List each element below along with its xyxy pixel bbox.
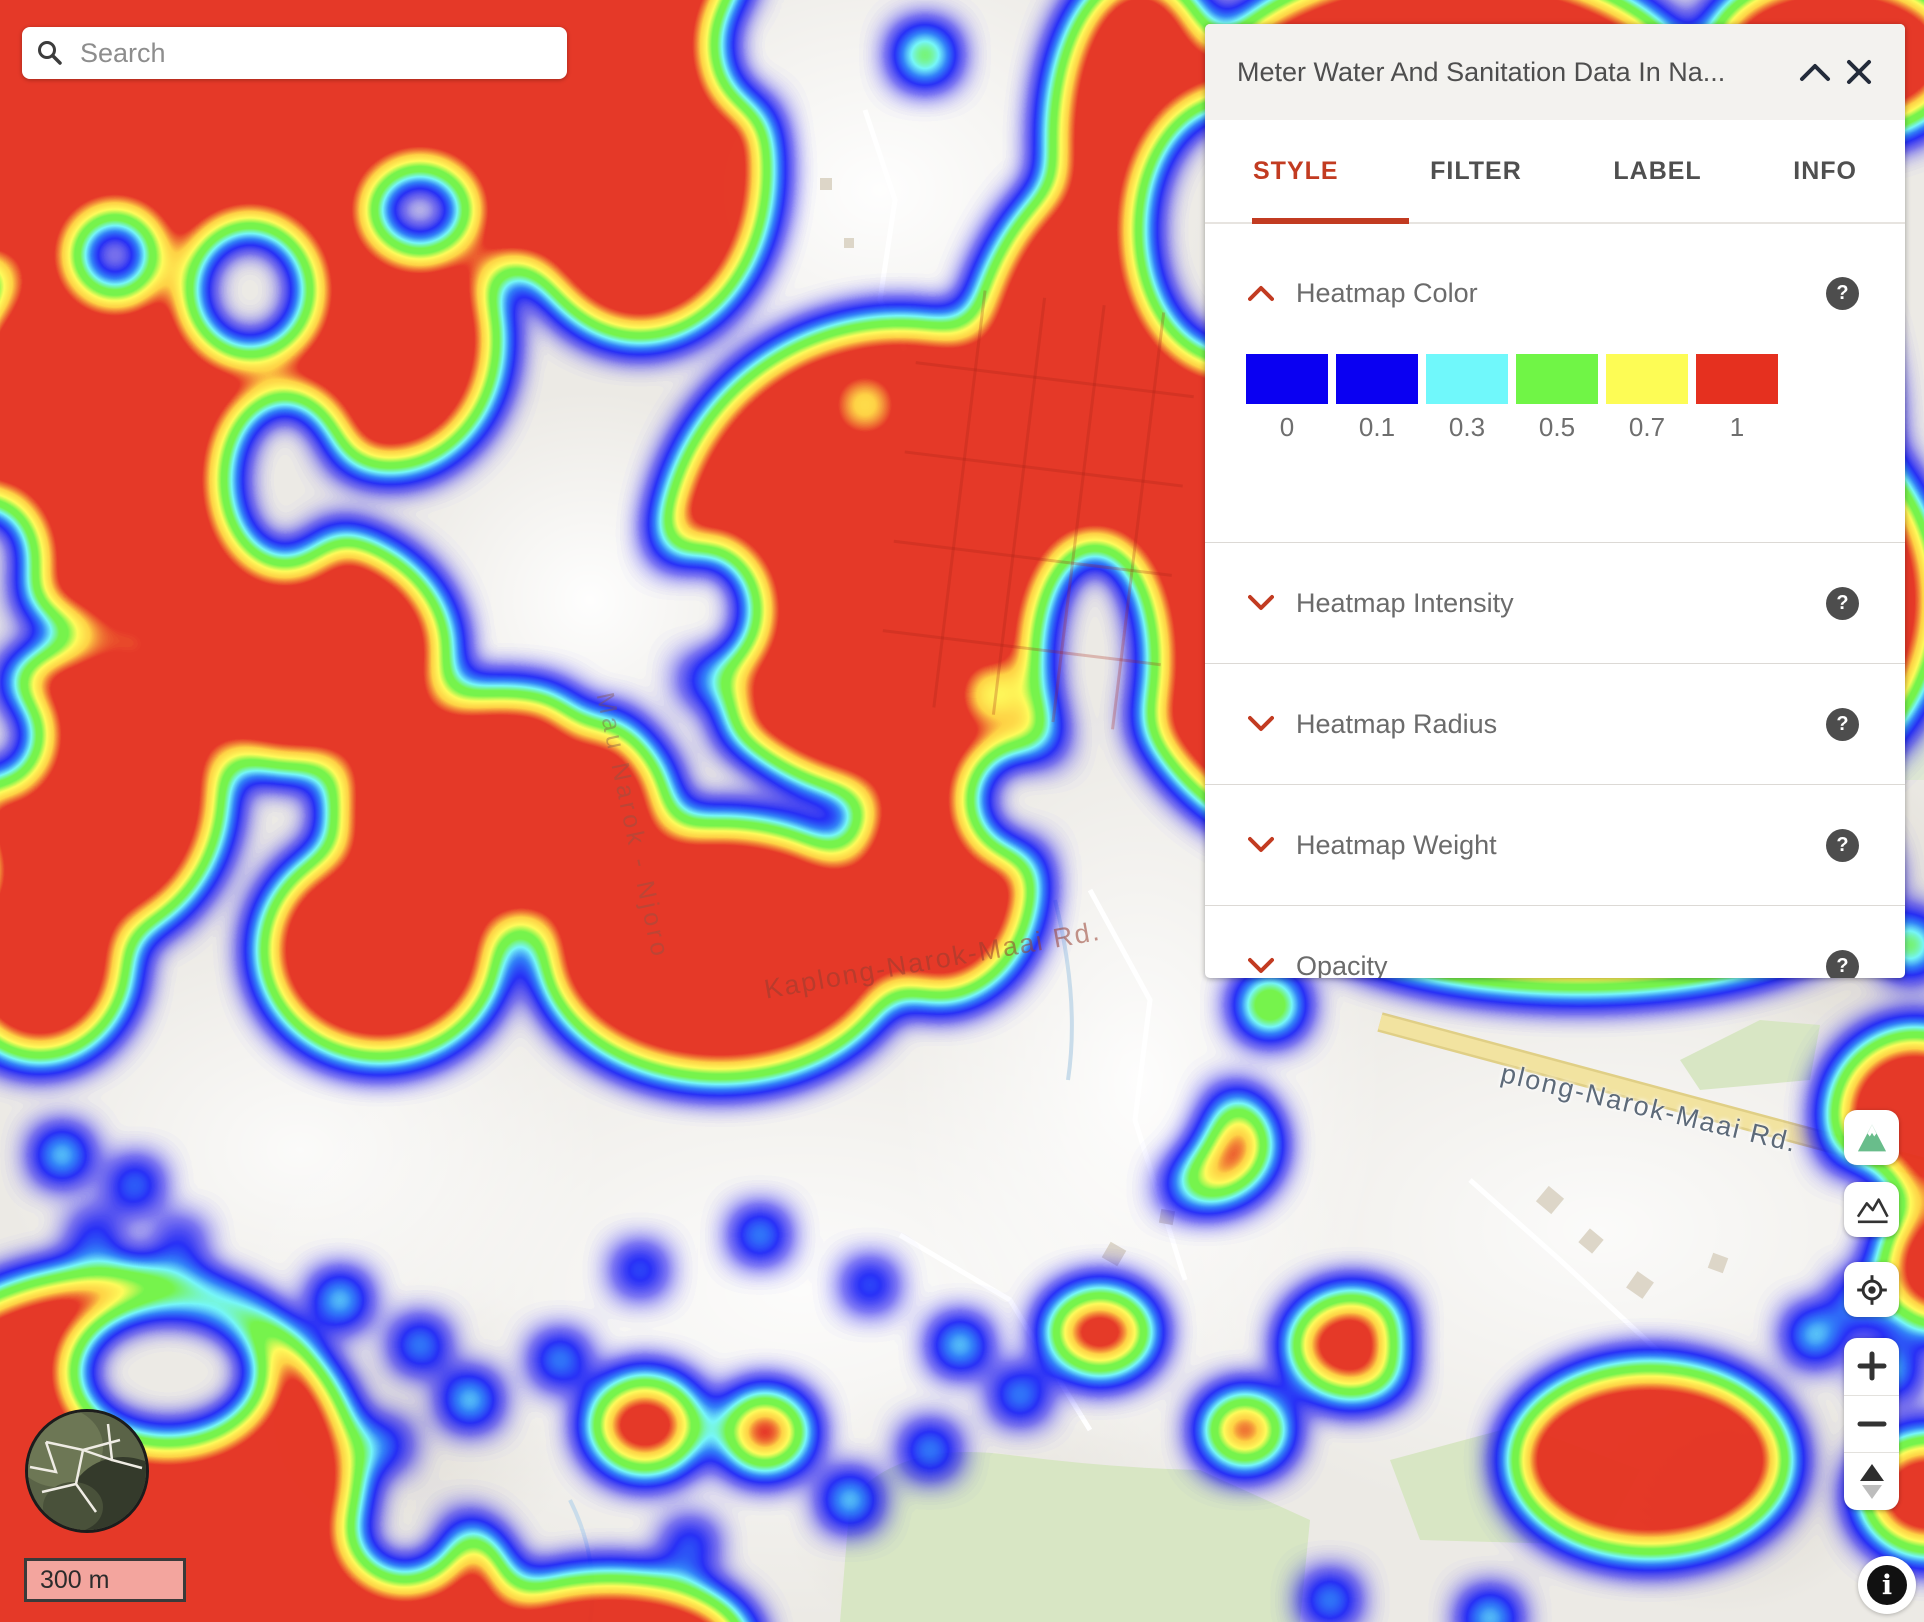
color-stop-value: 0 <box>1279 412 1295 442</box>
tab-info[interactable]: INFO <box>1793 157 1857 186</box>
info-icon: i <box>1867 1565 1907 1605</box>
chevron-down-icon <box>1248 594 1274 612</box>
chevron-down-icon <box>1248 715 1274 733</box>
search-box[interactable] <box>22 27 567 79</box>
chevron-up-icon <box>1800 64 1830 81</box>
collapse-panel-button[interactable] <box>1793 50 1837 94</box>
locate-icon <box>1856 1274 1887 1305</box>
section-label: Heatmap Intensity <box>1296 587 1514 618</box>
hillshade-button[interactable] <box>1844 1182 1899 1237</box>
locate-me-button[interactable] <box>1844 1262 1899 1317</box>
section-heatmap-intensity[interactable]: Heatmap Intensity ? <box>1205 542 1905 663</box>
section-label: Heatmap Radius <box>1296 708 1498 739</box>
zoom-in-button[interactable] <box>1844 1338 1899 1395</box>
help-icon[interactable]: ? <box>1826 828 1859 862</box>
section-opacity[interactable]: Opacity ? <box>1205 905 1905 978</box>
attribution-info-button[interactable]: i <box>1858 1556 1916 1614</box>
panel-tabs: STYLE FILTER LABEL INFO <box>1205 120 1905 224</box>
layer-style-panel: Meter Water And Sanitation Data In Na...… <box>1205 24 1905 978</box>
color-stop-value: 0.5 <box>1538 412 1576 442</box>
close-icon <box>1847 60 1871 84</box>
help-icon[interactable]: ? <box>1826 586 1859 620</box>
color-stop-value: 0.7 <box>1628 412 1666 442</box>
zoom-tilt-controls <box>1844 1338 1899 1510</box>
tab-style[interactable]: STYLE <box>1253 157 1339 186</box>
heatmap-color-values: 0 0.1 0.3 0.5 0.7 1 <box>1205 412 1905 443</box>
tab-label[interactable]: LABEL <box>1613 157 1701 186</box>
tilt-up-icon <box>1859 1464 1884 1482</box>
panel-title: Meter Water And Sanitation Data In Na... <box>1237 56 1726 87</box>
color-stop-value: 0.3 <box>1448 412 1486 442</box>
search-icon <box>38 41 62 65</box>
chevron-down-icon <box>1248 957 1274 975</box>
chevron-down-icon <box>1248 836 1274 854</box>
chevron-up-icon <box>1248 284 1274 302</box>
color-swatch <box>1426 354 1508 404</box>
section-heatmap-weight[interactable]: Heatmap Weight ? <box>1205 784 1905 905</box>
section-label: Heatmap Color <box>1296 277 1478 308</box>
help-icon[interactable]: ? <box>1826 276 1859 310</box>
minimap[interactable] <box>25 1409 149 1533</box>
section-heatmap-radius[interactable]: Heatmap Radius ? <box>1205 663 1905 784</box>
map-canvas[interactable]: Kaplong-Narok-Maai Rd. plong-Narok-Maai … <box>0 0 1924 1622</box>
color-swatch <box>1696 354 1778 404</box>
help-icon[interactable]: ? <box>1826 949 1859 978</box>
section-label: Heatmap Weight <box>1296 829 1497 860</box>
active-tab-underline <box>1252 218 1409 224</box>
panel-header: Meter Water And Sanitation Data In Na... <box>1205 24 1905 120</box>
scale-label: 300 m <box>40 1565 110 1594</box>
section-heatmap-color: Heatmap Color ? 0 0.1 0.3 0.5 0.7 1 <box>1205 276 1905 542</box>
minus-icon <box>1857 1421 1886 1427</box>
mountain-range-icon <box>1856 1197 1889 1223</box>
color-swatch <box>1336 354 1418 404</box>
color-stop-value: 1 <box>1729 412 1745 442</box>
color-stop-value: 0.1 <box>1358 412 1396 442</box>
minimap-satellite <box>28 1412 146 1530</box>
mountain-icon <box>1857 1124 1886 1151</box>
tab-filter[interactable]: FILTER <box>1430 157 1522 186</box>
section-header-heatmap-color[interactable]: Heatmap Color ? <box>1205 276 1905 310</box>
search-input[interactable] <box>78 36 553 70</box>
close-panel-button[interactable] <box>1837 50 1881 94</box>
tilt-control[interactable] <box>1844 1452 1899 1510</box>
zoom-out-button[interactable] <box>1844 1394 1899 1453</box>
plus-icon <box>1857 1351 1886 1381</box>
color-swatch <box>1606 354 1688 404</box>
heatmap-color-ramp <box>1205 354 1905 404</box>
help-icon[interactable]: ? <box>1826 707 1859 741</box>
terrain-basemap-button[interactable] <box>1844 1110 1899 1165</box>
tilt-down-icon <box>1861 1485 1882 1500</box>
scale-bar: 300 m <box>24 1558 186 1602</box>
color-swatch <box>1246 354 1328 404</box>
color-swatch <box>1516 354 1598 404</box>
section-label: Opacity <box>1296 950 1388 979</box>
